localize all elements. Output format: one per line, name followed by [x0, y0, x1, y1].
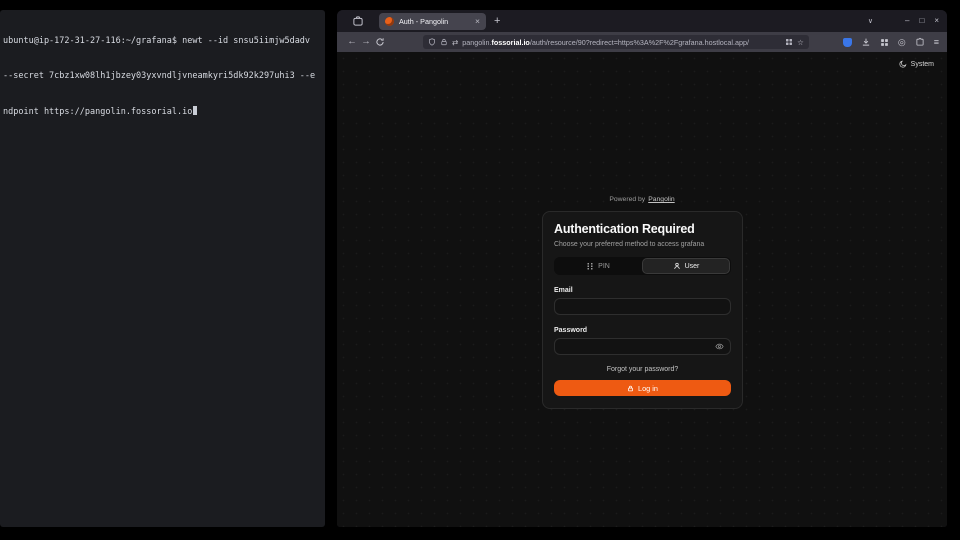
padlock-icon[interactable]: [440, 38, 448, 46]
terminal-line: --secret 7cbz1xw08lh1jbzey03yxvndljvneam…: [3, 71, 323, 83]
user-icon: [673, 262, 681, 270]
theme-toggle-button[interactable]: System: [899, 60, 934, 68]
ublock-origin-icon[interactable]: [843, 38, 852, 47]
maximize-button[interactable]: □: [919, 17, 924, 25]
auth-page: System Powered byPangolin Authentication…: [337, 52, 947, 527]
apps-grid-icon[interactable]: [880, 38, 889, 47]
card-subtitle: Choose your preferred method to access g…: [554, 241, 731, 248]
powered-by: Powered byPangolin: [337, 196, 947, 203]
bookmark-star-icon[interactable]: ☆: [797, 38, 804, 47]
forward-button[interactable]: →: [359, 37, 373, 47]
login-lock-icon: [627, 385, 634, 392]
tab-title: Auth - Pangolin: [399, 17, 470, 26]
tab-pin-label: PIN: [598, 263, 610, 270]
pin-keypad-icon: [586, 262, 594, 270]
target-circle-icon[interactable]: ◎: [898, 38, 906, 47]
theme-toggle-label: System: [911, 61, 934, 68]
show-password-eye-icon[interactable]: [715, 342, 724, 351]
terminal-line: ndpoint https://pangolin.fossorial.io: [3, 106, 323, 119]
email-label: Email: [554, 287, 731, 294]
email-field[interactable]: [554, 298, 731, 315]
navigation-toolbar: ← → ⇄ pangolin.fossorial.io/auth/resourc…: [337, 32, 947, 52]
terminal-window[interactable]: ubuntu@ip-172-31-27-116:~/grafana$ newt …: [0, 10, 325, 527]
extension-puzzle-icon[interactable]: [915, 37, 925, 47]
password-label: Password: [554, 327, 731, 334]
terminal-line: ubuntu@ip-172-31-27-116:~/grafana$ newt …: [3, 36, 323, 48]
permissions-swap-icon[interactable]: ⇄: [452, 38, 458, 47]
minimize-button[interactable]: –: [905, 17, 909, 25]
browser-tab-auth-pangolin[interactable]: Auth - Pangolin ×: [379, 13, 486, 30]
download-icon[interactable]: [861, 37, 871, 47]
terminal-cursor: [193, 106, 198, 115]
back-button[interactable]: ←: [345, 37, 359, 47]
toolbar-extensions: ◎ ≡: [843, 37, 939, 47]
list-all-tabs-chevron-icon[interactable]: ∨: [868, 18, 873, 25]
pangolin-favicon-icon: [385, 17, 394, 26]
login-button-label: Log in: [638, 384, 658, 393]
tab-pin[interactable]: PIN: [555, 258, 641, 274]
firefox-view-icon[interactable]: [352, 15, 364, 27]
tab-bar: Auth - Pangolin × + ∨ – □ ×: [337, 10, 947, 32]
tracking-protection-shield-icon[interactable]: [428, 38, 436, 46]
login-button[interactable]: Log in: [554, 380, 731, 396]
window-close-button[interactable]: ×: [934, 17, 939, 25]
reload-button[interactable]: [373, 37, 387, 47]
moon-icon: [899, 60, 907, 68]
auth-card: Authentication Required Choose your pref…: [542, 211, 743, 409]
tab-user[interactable]: User: [642, 258, 730, 274]
url-text: pangolin.fossorial.io/auth/resource/90?r…: [462, 38, 781, 47]
url-bar[interactable]: ⇄ pangolin.fossorial.io/auth/resource/90…: [423, 35, 809, 49]
new-tab-button[interactable]: +: [494, 16, 500, 27]
pangolin-link[interactable]: Pangolin: [648, 196, 674, 203]
forgot-password-link[interactable]: Forgot your password?: [554, 366, 731, 373]
tab-close-icon[interactable]: ×: [475, 17, 480, 26]
menu-hamburger-icon[interactable]: ≡: [934, 38, 939, 47]
auth-method-tabs: PIN User: [554, 257, 731, 275]
tab-user-label: User: [685, 263, 700, 270]
browser-window: Auth - Pangolin × + ∨ – □ × ← →: [337, 10, 947, 527]
password-field[interactable]: [554, 338, 731, 355]
card-title: Authentication Required: [554, 222, 731, 236]
bookmark-grid-icon[interactable]: [785, 38, 793, 46]
